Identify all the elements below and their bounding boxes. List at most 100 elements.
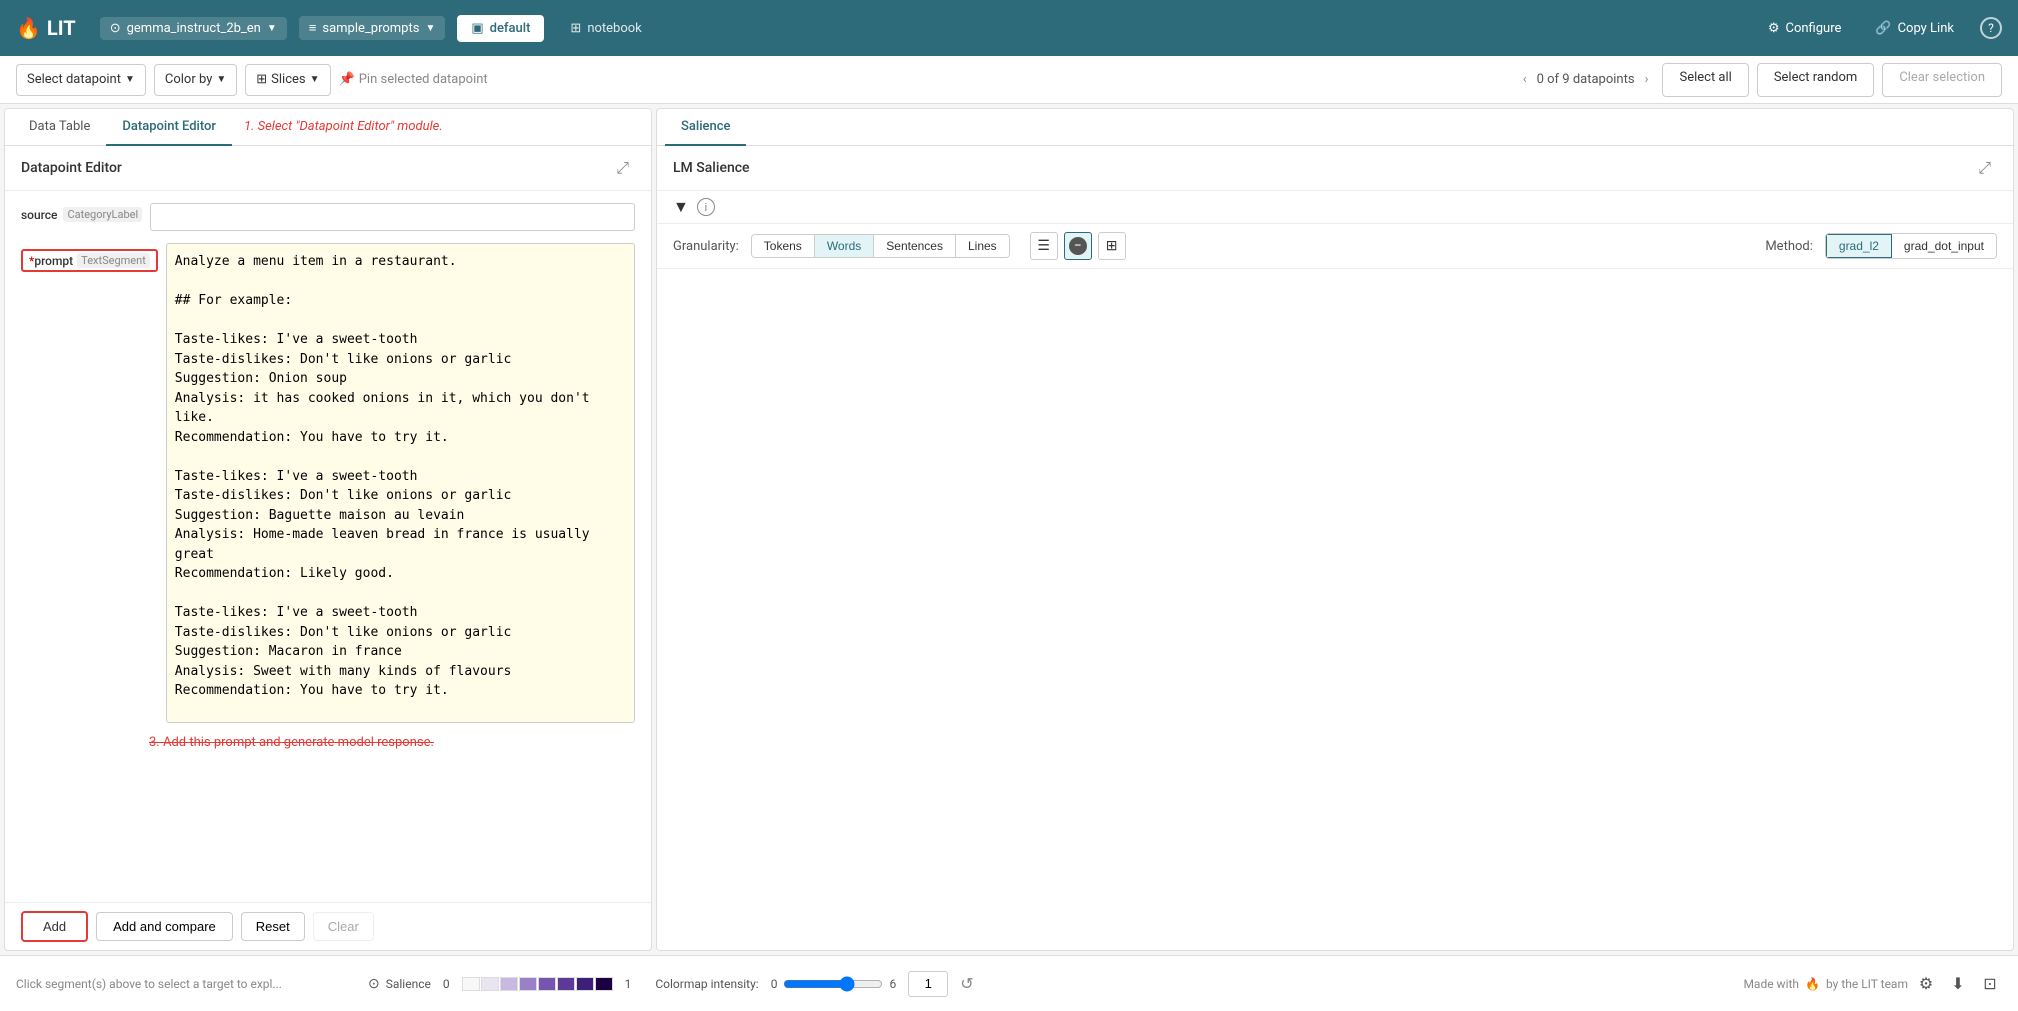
- source-input[interactable]: [150, 203, 635, 231]
- gear-icon: ⚙: [1768, 21, 1780, 36]
- tab-data-table[interactable]: Data Table: [13, 109, 106, 146]
- refresh-icon[interactable]: ↺: [960, 974, 973, 993]
- right-panel-tabs: Salience: [657, 109, 2013, 146]
- circle-minus-icon: −: [1069, 237, 1087, 255]
- question-mark-icon: ?: [1988, 21, 1994, 35]
- gran-tokens-button[interactable]: Tokens: [752, 235, 815, 257]
- dataset-dropdown-arrow: ▼: [425, 23, 435, 34]
- app-logo: 🔥 LIT: [16, 16, 76, 40]
- select-datapoint-label: Select datapoint: [27, 72, 121, 87]
- copy-footer-icon[interactable]: ⊡: [1978, 972, 2002, 996]
- right-panel: Salience LM Salience ⤢ ▼ i Granularity: …: [656, 108, 2014, 951]
- download-footer-icon[interactable]: ⬇: [1946, 972, 1970, 996]
- colormap-box-2: [500, 977, 518, 991]
- instruction-1-banner: 1. Select "Datapoint Editor" module.: [232, 109, 643, 145]
- tab-default[interactable]: ▣ default: [457, 15, 544, 42]
- left-panel-tabs: Data Table Datapoint Editor 1. Select "D…: [5, 109, 651, 146]
- source-label: source: [21, 208, 57, 222]
- colormap-box-0: [462, 977, 480, 991]
- method-grad-l2-button[interactable]: grad_l2: [1826, 234, 1892, 258]
- dropdown-icon[interactable]: ▼: [673, 197, 689, 217]
- gran-sentences-button[interactable]: Sentences: [874, 235, 956, 257]
- info-icon[interactable]: i: [697, 198, 715, 216]
- slices-label: Slices: [271, 72, 305, 87]
- granularity-row: Granularity: Tokens Words Sentences Line…: [657, 224, 2013, 269]
- reset-button[interactable]: Reset: [241, 912, 305, 941]
- prompt-textarea[interactable]: Analyze a menu item in a restaurant. ## …: [166, 243, 635, 723]
- datapoint-editor: source CategoryLabel *prompt TextSegment…: [5, 191, 651, 902]
- slices-button[interactable]: ⊞ Slices ▼: [245, 64, 330, 96]
- colormap-boxes: [462, 977, 613, 991]
- add-compare-button[interactable]: Add and compare: [96, 912, 233, 941]
- editor-bottom-bar: Add Add and compare Reset Clear: [5, 902, 651, 950]
- footer-flame-icon: 🔥: [1805, 977, 1820, 991]
- dataset-name: sample_prompts: [322, 21, 419, 36]
- configure-label: Configure: [1785, 21, 1841, 36]
- configure-button[interactable]: ⚙ Configure: [1760, 17, 1850, 40]
- copy-link-button[interactable]: 🔗 Copy Link: [1861, 15, 1968, 42]
- prompt-label: *prompt: [29, 254, 73, 268]
- method-options: grad_l2 grad_dot_input: [1825, 233, 1997, 259]
- colormap-box-1: [481, 977, 499, 991]
- clear-button[interactable]: Clear: [313, 912, 374, 941]
- app-title: LIT: [47, 16, 76, 40]
- colormap-box-5: [557, 977, 575, 991]
- colormap-box-4: [538, 977, 556, 991]
- link-icon: 🔗: [1875, 21, 1891, 36]
- pin-icon: 📌: [339, 72, 355, 87]
- instruction-1-text: 1. Select "Datapoint Editor" module.: [244, 119, 443, 134]
- page-number-input[interactable]: [908, 971, 948, 997]
- color-by-label: Color by: [165, 72, 212, 87]
- prompt-label-group: *prompt TextSegment: [21, 249, 158, 272]
- tab-datapoint-editor[interactable]: Datapoint Editor: [106, 109, 232, 146]
- pin-selected-button[interactable]: 📌 Pin selected datapoint: [339, 72, 488, 87]
- colormap-intensity-label: Colormap intensity:: [655, 977, 758, 991]
- select-datapoint-arrow: ▼: [125, 74, 135, 85]
- colormap-zero: 0: [443, 977, 450, 991]
- lm-salience-bar: LM Salience ⤢: [657, 146, 2013, 191]
- prev-arrow[interactable]: ‹: [1517, 70, 1533, 89]
- colormap-one: 1: [625, 977, 632, 991]
- intensity-slider-row: 0 6: [771, 976, 897, 992]
- list-view-button[interactable]: ☰: [1030, 232, 1058, 260]
- gran-words-button[interactable]: Words: [815, 235, 874, 257]
- gran-lines-button[interactable]: Lines: [956, 235, 1009, 257]
- footer-icons: ⚙ ⬇ ⊡: [1914, 972, 2002, 996]
- method-grad-dot-button[interactable]: grad_dot_input: [1892, 234, 1996, 258]
- circle-view-button[interactable]: −: [1064, 232, 1092, 260]
- click-segment-text: Click segment(s) above to select a targe…: [16, 977, 356, 991]
- model-dropdown-arrow: ▼: [267, 23, 277, 34]
- select-random-button[interactable]: Select random: [1757, 63, 1875, 97]
- intensity-slider[interactable]: [783, 976, 883, 992]
- tab-notebook-icon: ⊞: [570, 21, 581, 36]
- tab-notebook[interactable]: ⊞ notebook: [556, 15, 655, 42]
- footer-right: Made with 🔥 by the LIT team ⚙ ⬇ ⊡: [1743, 972, 2002, 996]
- expand-panel-button[interactable]: ⤢: [610, 156, 635, 180]
- panel-title: Datapoint Editor: [21, 160, 122, 176]
- add-button[interactable]: Add: [21, 911, 88, 942]
- select-datapoint-button[interactable]: Select datapoint ▼: [16, 64, 146, 96]
- grid-view-button[interactable]: ⊞: [1098, 232, 1126, 260]
- dataset-selector[interactable]: ≡ sample_prompts ▼: [299, 16, 446, 40]
- color-by-arrow: ▼: [216, 74, 226, 85]
- clear-selection-button[interactable]: Clear selection: [1882, 63, 2002, 97]
- next-arrow[interactable]: ›: [1639, 70, 1655, 89]
- salience-content: [657, 269, 2013, 950]
- granularity-options: Tokens Words Sentences Lines: [751, 234, 1010, 258]
- model-selector[interactable]: ⊙ gemma_instruct_2b_en ▼: [100, 17, 287, 40]
- tab-salience[interactable]: Salience: [665, 109, 746, 146]
- model-icon: ⊙: [110, 21, 121, 36]
- toolbar-right: ‹ 0 of 9 datapoints › Select all Select …: [1517, 63, 2002, 97]
- help-button[interactable]: ?: [1980, 17, 2002, 39]
- granularity-label: Granularity:: [673, 239, 739, 254]
- lm-salience-title: LM Salience: [673, 160, 750, 176]
- datapoints-count: 0 of 9 datapoints: [1537, 72, 1635, 87]
- settings-footer-icon[interactable]: ⚙: [1914, 972, 1938, 996]
- salience-icon: ⊙: [368, 976, 380, 992]
- copy-link-label: Copy Link: [1898, 21, 1954, 36]
- tab-default-icon: ▣: [471, 21, 483, 36]
- color-by-button[interactable]: Color by ▼: [154, 64, 237, 96]
- lm-salience-expand-button[interactable]: ⤢: [1972, 156, 1997, 180]
- pin-label: Pin selected datapoint: [359, 72, 488, 87]
- select-all-button[interactable]: Select all: [1662, 63, 1748, 97]
